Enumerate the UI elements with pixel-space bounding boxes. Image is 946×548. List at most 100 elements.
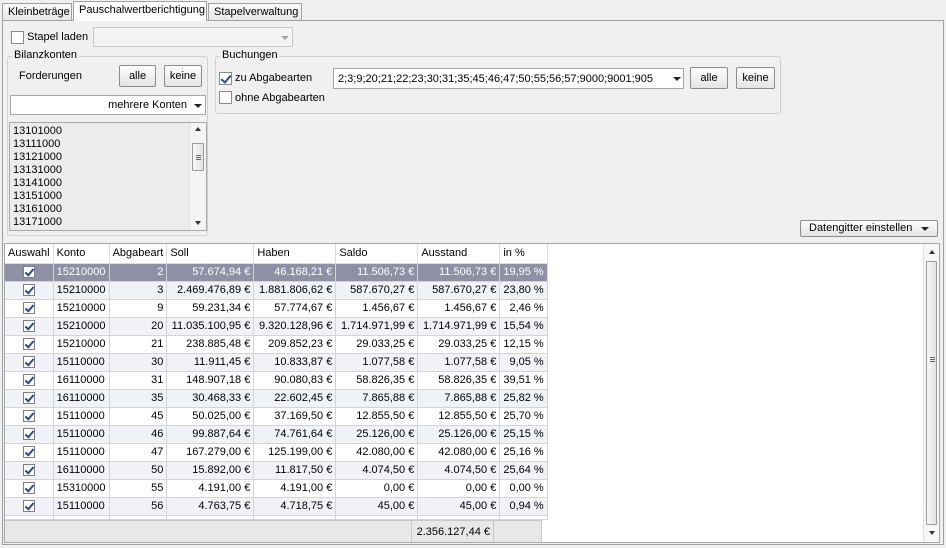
- table-row[interactable]: 15310000 55 4.191,00 €4.191,00 €0,00 €0,00…: [5, 479, 548, 498]
- list-item[interactable]: 13171000: [10, 216, 190, 229]
- datengitter-einstellen-button[interactable]: Datengitter einstellen: [800, 220, 938, 237]
- ausstand-cell: 25.126,00 €: [417, 425, 501, 444]
- auswahl-checkbox[interactable]: [22, 392, 35, 405]
- ohne-abgabearten-checkbox[interactable]: [219, 91, 232, 104]
- scroll-thumb[interactable]: [192, 143, 204, 171]
- bilanzkonten-keine-button[interactable]: keine: [164, 65, 202, 87]
- table-row[interactable]: 15210000 21 238.885,48 €209.852,23 €29.033…: [5, 335, 548, 354]
- grip-line: [196, 159, 201, 160]
- chevron-down-icon: [194, 104, 202, 108]
- in-prozent-cell: 0,94 %: [499, 497, 548, 516]
- konten-combo[interactable]: mehrere Konten: [10, 95, 206, 115]
- table-row[interactable]: 15110000 56 4.763,75 €4.718,75 €45,00 €45,…: [5, 497, 548, 516]
- table-row[interactable]: 15210000 2 57.674,94 €46.168,21 €11.506,73…: [5, 263, 548, 282]
- buchungen-alle-button[interactable]: alle: [690, 67, 728, 89]
- auswahl-checkbox[interactable]: [22, 410, 35, 423]
- buchungen-keine-button[interactable]: keine: [736, 67, 775, 89]
- in-prozent-cell: 25,82 %: [499, 389, 548, 408]
- konten-list[interactable]: 13101000 13111000 13121000 13131000 1314…: [9, 122, 207, 231]
- auswahl-checkbox[interactable]: [22, 374, 35, 387]
- stapel-laden-checkbox[interactable]: [11, 31, 24, 44]
- table-row[interactable]: 15110000 47 167.279,00 €125.199,00 €42.080…: [5, 443, 548, 462]
- haben-cell: 90.080,83 €: [253, 371, 337, 390]
- haben-cell: 4.191,00 €: [253, 479, 337, 498]
- column-header-auswahl[interactable]: Auswahl: [5, 244, 54, 264]
- list-item[interactable]: 13101000: [10, 125, 190, 138]
- auswahl-checkbox[interactable]: [22, 320, 35, 333]
- saldo-cell: 1.077,58 €: [335, 353, 419, 372]
- tab-kleinbetraege[interactable]: Kleinbeträge: [2, 3, 72, 21]
- abgabeart-cell: 31: [109, 371, 168, 390]
- auswahl-checkbox[interactable]: [22, 482, 35, 495]
- list-item[interactable]: 13111000: [10, 138, 190, 151]
- scroll-thumb[interactable]: [926, 261, 937, 525]
- haben-cell: 10.833,87 €: [253, 353, 337, 372]
- ausstand-cell: 42.080,00 €: [417, 443, 501, 462]
- column-header-saldo[interactable]: Saldo: [335, 244, 419, 264]
- list-item[interactable]: 13161000: [10, 203, 190, 216]
- table-row[interactable]: 15110000 45 50.025,00 €37.169,50 €12.855,5…: [5, 407, 548, 426]
- column-header-soll[interactable]: Soll: [166, 244, 255, 264]
- table-row[interactable]: 16110000 31 148.907,18 €90.080,83 €58.826,…: [5, 371, 548, 390]
- auswahl-checkbox[interactable]: [22, 338, 35, 351]
- tab-stapelverwaltung[interactable]: Stapelverwaltung: [208, 3, 302, 21]
- tab-pauschalwertberichtigung[interactable]: Pauschalwertberichtigung: [73, 1, 207, 21]
- abgabeart-cell: 30: [109, 353, 168, 372]
- bilanzkonten-alle-button[interactable]: alle: [119, 65, 156, 87]
- soll-cell: 30.468,33 €: [166, 389, 255, 408]
- saldo-cell: 58.826,35 €: [335, 371, 419, 390]
- abgabearten-combo[interactable]: 2;3;9;20;21;22;23;30;31;35;45;46;47;50;5…: [333, 68, 684, 89]
- list-item[interactable]: 13121000: [10, 151, 190, 164]
- auswahl-checkbox[interactable]: [22, 356, 35, 369]
- table-row[interactable]: 15210000 9 59.231,34 €57.774,67 €1.456,67 …: [5, 299, 548, 318]
- table-row[interactable]: 16110000 50 15.892,00 €11.817,50 €4.074,50…: [5, 461, 548, 480]
- auswahl-checkbox[interactable]: [22, 266, 35, 279]
- scroll-up-icon[interactable]: [195, 127, 201, 131]
- abgabeart-cell: 46: [109, 425, 168, 444]
- column-header-ausstand[interactable]: Ausstand: [417, 244, 501, 264]
- scroll-down-icon[interactable]: [929, 531, 935, 535]
- ausstand-cell: 0,00 €: [417, 479, 501, 498]
- empty-cell: [417, 515, 501, 520]
- haben-cell: 74.761,64 €: [253, 425, 337, 444]
- auswahl-checkbox[interactable]: [22, 464, 35, 477]
- table-row[interactable]: 15110000 30 11.911,45 €10.833,87 €1.077,58…: [5, 353, 548, 372]
- column-header-in-prozent[interactable]: in %: [499, 244, 548, 264]
- stapel-combo[interactable]: [93, 27, 293, 47]
- auswahl-cell: [5, 425, 54, 444]
- scroll-up-icon[interactable]: [929, 250, 935, 254]
- konto-cell: 15110000: [53, 353, 110, 372]
- auswahl-checkbox[interactable]: [22, 500, 35, 513]
- auswahl-checkbox[interactable]: [22, 446, 35, 459]
- zu-abgabearten-checkbox[interactable]: [219, 72, 232, 85]
- scroll-down-icon[interactable]: [195, 221, 201, 225]
- konto-cell: 16110000: [53, 371, 110, 390]
- column-header-haben[interactable]: Haben: [253, 244, 337, 264]
- buchungen-title: Buchungen: [220, 49, 280, 61]
- table-row[interactable]: 15210000 20 11.035.100,95 €9.320.128,96 €1…: [5, 317, 548, 336]
- table-row[interactable]: 16110000 35 30.468,33 €22.602,45 €7.865,88…: [5, 389, 548, 408]
- in-prozent-cell: 25,64 %: [499, 461, 548, 480]
- table-row[interactable]: 15210000 3 2.469.476,89 €1.881.806,62 €587…: [5, 281, 548, 300]
- soll-cell: 50.025,00 €: [166, 407, 255, 426]
- in-prozent-cell: 23,80 %: [499, 281, 548, 300]
- konto-cell: 15210000: [53, 299, 110, 318]
- column-header-konto[interactable]: Konto: [53, 244, 110, 264]
- in-prozent-cell: 25,16 %: [499, 443, 548, 462]
- ausstand-cell: 12.855,50 €: [417, 407, 501, 426]
- auswahl-cell: [5, 407, 54, 426]
- grid-scrollbar[interactable]: [923, 244, 939, 542]
- list-item[interactable]: 13151000: [10, 190, 190, 203]
- auswahl-checkbox[interactable]: [22, 284, 35, 297]
- empty-cell: [109, 515, 168, 520]
- column-header-abgabeart[interactable]: Abgabeart: [109, 244, 168, 264]
- auswahl-checkbox[interactable]: [22, 302, 35, 315]
- list-item[interactable]: 13141000: [10, 177, 190, 190]
- auswahl-checkbox[interactable]: [22, 428, 35, 441]
- auswahl-cell: [5, 335, 54, 354]
- table-row[interactable]: 15110000 46 99.887,64 €74.761,64 €25.126,0…: [5, 425, 548, 444]
- konten-list-scrollbar[interactable]: [189, 123, 206, 230]
- soll-cell: 15.892,00 €: [166, 461, 255, 480]
- datengitter-label: Datengitter einstellen: [809, 222, 913, 234]
- list-item[interactable]: 13131000: [10, 164, 190, 177]
